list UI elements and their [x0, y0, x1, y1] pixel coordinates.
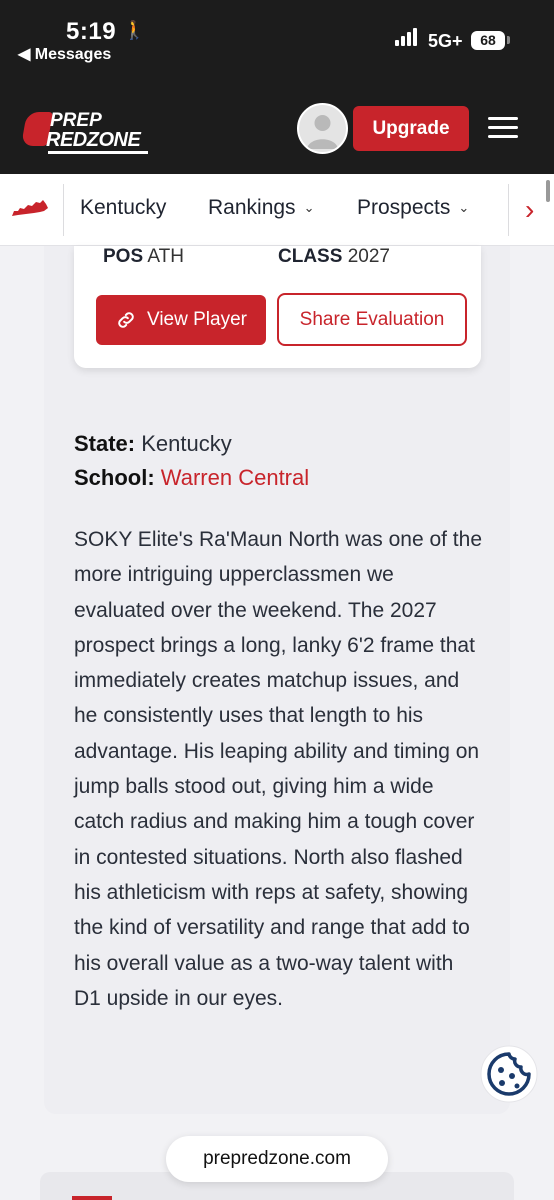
school-label: School: — [74, 465, 155, 490]
chevron-right-icon: › — [525, 194, 535, 225]
logo-underline — [48, 151, 148, 154]
state-value: Kentucky — [141, 431, 232, 456]
upgrade-button[interactable]: Upgrade — [353, 106, 469, 151]
nav-divider — [63, 184, 64, 236]
nav-kentucky[interactable]: Kentucky — [80, 196, 166, 220]
school-row: School: Warren Central — [74, 465, 309, 491]
class-field: CLASS 2027 — [278, 246, 390, 268]
position-field: POS ATH — [103, 246, 184, 268]
link-icon — [118, 312, 134, 328]
cookie-settings-icon[interactable] — [480, 1045, 538, 1103]
user-avatar-icon — [299, 105, 346, 152]
avatar[interactable] — [297, 103, 348, 154]
chevron-down-icon: ⌄ — [458, 200, 470, 216]
share-evaluation-button[interactable]: Share Evaluation — [277, 293, 467, 346]
state-label: State: — [74, 431, 136, 456]
nav-prospects-label: Prospects — [357, 196, 451, 219]
nav-rankings-label: Rankings — [208, 196, 296, 219]
pos-value: ATH — [147, 246, 184, 267]
sub-navigation: Kentucky Rankings ⌄ Prospects ⌄ › — [0, 174, 554, 246]
class-label: CLASS — [278, 246, 343, 267]
status-time: 5:19 — [66, 18, 117, 45]
evaluation-text: SOKY Elite's Ra'Maun North was one of th… — [74, 528, 483, 1010]
battery-tip — [507, 36, 510, 44]
state-row: State: Kentucky — [74, 431, 232, 457]
signal-icon — [395, 26, 419, 46]
app-header: PREP REDZONE Upgrade — [0, 98, 554, 174]
nav-rankings[interactable]: Rankings ⌄ — [208, 196, 314, 220]
kentucky-map-icon[interactable] — [10, 198, 50, 220]
scroll-indicator — [546, 180, 550, 202]
battery-icon: 68 — [471, 31, 505, 50]
school-link[interactable]: Warren Central — [161, 465, 309, 490]
person-icon: 🚶 — [123, 20, 146, 40]
logo-line2: REDZONE — [46, 129, 141, 151]
network-label: 5G+ — [428, 31, 463, 51]
back-to-messages[interactable]: ◀ Messages — [18, 44, 111, 64]
class-value: 2027 — [347, 246, 390, 267]
nav-prospects[interactable]: Prospects ⌄ — [357, 196, 469, 220]
view-player-label: View Player — [147, 309, 247, 330]
view-player-button[interactable]: View Player — [96, 295, 266, 345]
player-card: POS ATH CLASS 2027 View Player Share Eva… — [74, 246, 481, 368]
pos-label: POS — [103, 246, 144, 267]
chevron-down-icon: ⌄ — [303, 200, 315, 216]
browser-url-bar[interactable]: prepredzone.com — [166, 1136, 388, 1182]
status-bar: 5:19 🚶 ◀ Messages 5G+ 68 — [0, 0, 554, 98]
hamburger-menu-icon[interactable] — [488, 117, 518, 139]
next-card-accent — [72, 1196, 112, 1200]
prep-redzone-logo[interactable]: PREP REDZONE — [21, 106, 152, 154]
